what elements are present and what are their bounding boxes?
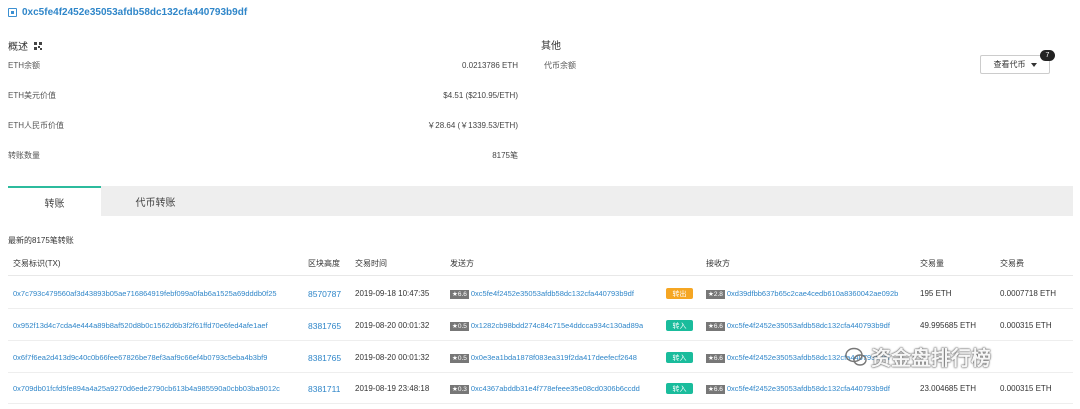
address-header: 0xc5fe4f2452e35053afdb58dc132cfa440793b9… bbox=[8, 7, 247, 18]
table-row: 0x7c793c479560af3d43893b05ae716864919feb… bbox=[8, 278, 1073, 309]
from-cell: ★0.5 0x0e3ea1bda1878f083ea319f2da417deefe… bbox=[450, 353, 637, 363]
watermark-text: 资金盘排行榜 bbox=[871, 348, 991, 370]
block-link[interactable]: 8381765 bbox=[308, 353, 341, 363]
overview-row-cny-value: ETH人民币价值 ￥28.64 (￥1339.53/ETH) bbox=[8, 110, 518, 140]
from-address-link[interactable]: 0x0e3ea1bda1878f083ea319f2da417deefecf26… bbox=[471, 353, 637, 362]
tx-time: 2019-08-20 00:01:32 bbox=[355, 353, 430, 362]
overview-row-eth-balance: ETH余额 0.0213786 ETH bbox=[8, 50, 518, 80]
tx-fee: 0.0007718 ETH bbox=[1000, 289, 1057, 298]
overview-label: ETH余额 bbox=[8, 60, 40, 70]
header-amount: 交易量 bbox=[920, 259, 944, 268]
to-address-link[interactable]: 0xd39dfbb637b65c2cae4cedb610a8360042ae09… bbox=[727, 289, 898, 298]
qr-code-icon[interactable] bbox=[34, 41, 42, 50]
header-to: 接收方 bbox=[706, 259, 730, 268]
caret-down-icon bbox=[1030, 62, 1037, 67]
address-icon bbox=[8, 8, 17, 17]
table-row: 0x952f13d4c7cda4e444a89b8af520d8b0c1562d… bbox=[8, 310, 1073, 341]
to-cell: ★6.6 0xc5fe4f2452e35053afdb58dc132cfa4407… bbox=[706, 384, 890, 394]
score-badge: ★6.6 bbox=[706, 322, 725, 331]
from-address-link[interactable]: 0x1282cb98bdd274c84c715e4ddcca934c130ad8… bbox=[471, 321, 643, 330]
header-hash: 交易标识(TX) bbox=[13, 259, 61, 268]
tx-hash-link[interactable]: 0x6f7f6ea2d413d9c40c0b66fee67826be78ef3a… bbox=[13, 353, 267, 362]
score-badge: ★0.5 bbox=[450, 354, 469, 363]
table-header: 交易标识(TX) 区块高度 交易时间 发送方 接收方 交易量 交易费 bbox=[8, 250, 1073, 276]
overview-value: ￥28.64 (￥1339.53/ETH) bbox=[427, 120, 518, 130]
overview-value: $4.51 ($210.95/ETH) bbox=[443, 90, 518, 100]
score-badge: ★6.6 bbox=[450, 290, 469, 299]
direction-badge: 转入 bbox=[666, 352, 693, 363]
overview-row-usd-value: ETH美元价值 $4.51 ($210.95/ETH) bbox=[8, 80, 518, 110]
from-cell: ★6.6 0xc5fe4f2452e35053afdb58dc132cfa4407… bbox=[450, 289, 634, 299]
watermark: 资金盘排行榜 bbox=[845, 342, 991, 371]
tx-time: 2019-08-20 00:01:32 bbox=[355, 321, 430, 330]
address-title[interactable]: 0xc5fe4f2452e35053afdb58dc132cfa440793b9… bbox=[22, 7, 247, 18]
header-block: 区块高度 bbox=[308, 259, 340, 268]
overview-row-tx-count: 转账数量 8175笔 bbox=[8, 140, 518, 170]
from-cell: ★0.3 0xc4367abddb31e4f778efeee35e08cd0306… bbox=[450, 384, 640, 394]
table-row: 0x709db01fcfd5fe894a4a25a9270d6ede2790cb… bbox=[8, 373, 1073, 404]
to-address-link[interactable]: 0xc5fe4f2452e35053afdb58dc132cfa440793b9… bbox=[727, 321, 890, 330]
score-badge: ★6.6 bbox=[706, 385, 725, 394]
score-badge: ★0.3 bbox=[450, 385, 469, 394]
from-address-link[interactable]: 0xc5fe4f2452e35053afdb58dc132cfa440793b9… bbox=[471, 289, 634, 298]
overview-value: 0.0213786 ETH bbox=[461, 60, 518, 70]
tx-amount: 23.004685 ETH bbox=[920, 384, 977, 393]
tab-bar: 转账 代币转账 bbox=[8, 186, 1073, 216]
score-badge: ★2.8 bbox=[706, 290, 725, 299]
tx-time: 2019-09-18 10:47:35 bbox=[355, 289, 430, 298]
from-address-link[interactable]: 0xc4367abddb31e4f778efeee35e08cd0306b6cc… bbox=[471, 384, 640, 393]
header-time: 交易时间 bbox=[355, 259, 387, 268]
from-cell: ★0.5 0x1282cb98bdd274c84c715e4ddcca934c13… bbox=[450, 321, 643, 331]
overview-value: 8175笔 bbox=[492, 150, 518, 160]
block-link[interactable]: 8381765 bbox=[308, 321, 341, 331]
view-tokens-label: 查看代币 bbox=[993, 60, 1026, 69]
tx-summary: 最新的8175笔转账 bbox=[8, 236, 74, 245]
tx-hash-link[interactable]: 0x709db01fcfd5fe894a4a25a9270d6ede2790cb… bbox=[13, 384, 280, 393]
tx-fee: 0.000315 ETH bbox=[1000, 384, 1052, 393]
other-section-title: 其他 bbox=[541, 41, 561, 52]
header-from: 发送方 bbox=[450, 259, 474, 268]
to-address-link[interactable]: 0xc5fe4f2452e35053afdb58dc132cfa440793b9… bbox=[727, 384, 890, 393]
score-badge: ★6.6 bbox=[706, 354, 725, 363]
tx-hash-link[interactable]: 0x952f13d4c7cda4e444a89b8af520d8b0c1562d… bbox=[13, 321, 268, 330]
direction-badge: 转入 bbox=[666, 383, 693, 394]
overview-label: ETH美元价值 bbox=[8, 90, 56, 100]
overview-label: 转账数量 bbox=[8, 150, 40, 160]
header-fee: 交易费 bbox=[1000, 259, 1024, 268]
to-cell: ★2.8 0xd39dfbb637b65c2cae4cedb610a8360042… bbox=[706, 289, 898, 299]
score-badge: ★0.5 bbox=[450, 322, 469, 331]
tx-fee: 0.000315 ETH bbox=[1000, 321, 1052, 330]
tab-transfers[interactable]: 转账 bbox=[8, 186, 101, 216]
tx-hash-link[interactable]: 0x7c793c479560af3d43893b05ae716864919feb… bbox=[13, 289, 277, 298]
tx-time: 2019-08-19 23:48:18 bbox=[355, 384, 430, 393]
block-link[interactable]: 8570787 bbox=[308, 289, 341, 299]
view-tokens-dropdown[interactable]: 查看代币 bbox=[980, 55, 1050, 74]
token-balance-label: 代币余额 bbox=[544, 61, 576, 70]
block-link[interactable]: 8381711 bbox=[308, 384, 340, 394]
token-count-badge: 7 bbox=[1040, 50, 1055, 61]
overview-label: ETH人民币价值 bbox=[8, 120, 64, 130]
to-cell: ★6.6 0xc5fe4f2452e35053afdb58dc132cfa4407… bbox=[706, 321, 890, 331]
direction-badge: 转出 bbox=[666, 288, 693, 299]
direction-badge: 转入 bbox=[666, 320, 693, 331]
tx-amount: 195 ETH bbox=[920, 289, 952, 298]
tab-token-transfers[interactable]: 代币转账 bbox=[108, 186, 203, 216]
wechat-icon bbox=[845, 347, 867, 366]
tx-amount: 49.995685 ETH bbox=[920, 321, 977, 330]
